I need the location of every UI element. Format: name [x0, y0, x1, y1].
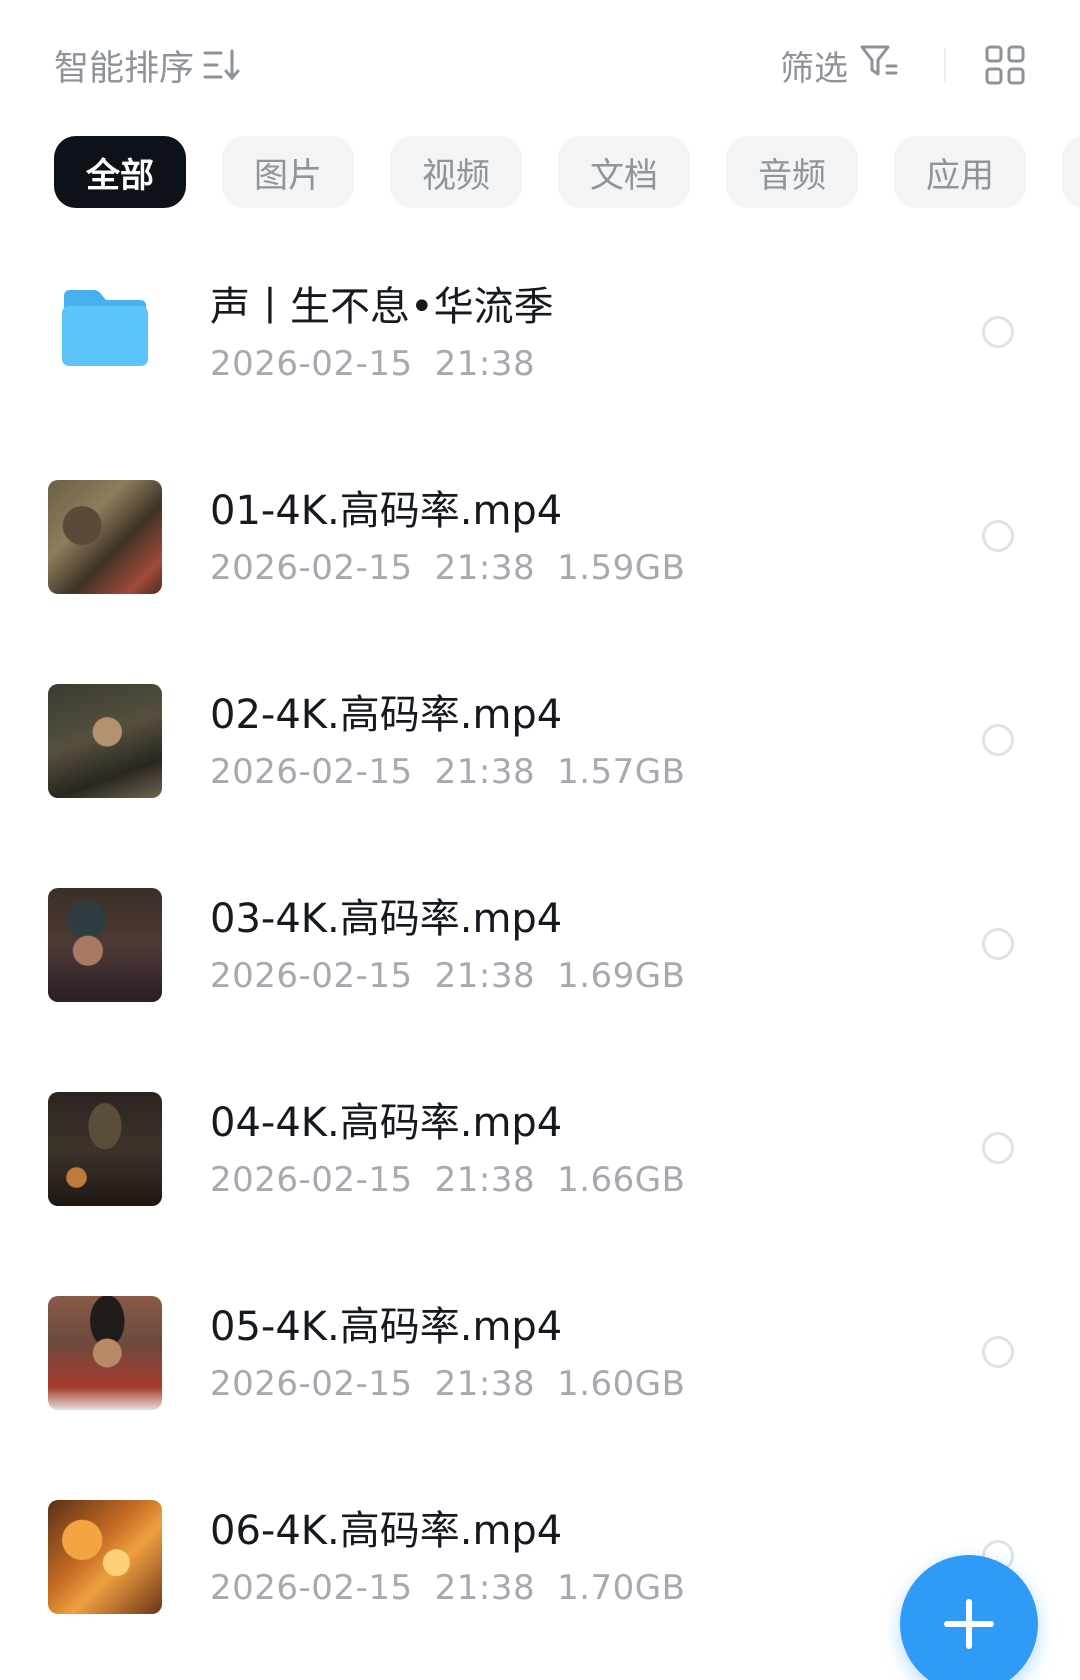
filter-button[interactable]: 筛选	[780, 42, 900, 89]
file-meta: 2026-02-15 21:38 1.69GB	[210, 956, 685, 996]
list-item[interactable]: 04-4K.高码率.mp4 2026-02-15 21:38 1.66GB	[0, 1046, 1080, 1250]
file-size: 1.57GB	[557, 752, 686, 792]
category-tabs: 全部 图片 视频 文档 音频 应用	[54, 136, 1080, 208]
file-name: 02-4K.高码率.mp4	[210, 692, 563, 738]
file-time: 21:38	[434, 956, 536, 996]
file-name: 03-4K.高码率.mp4	[210, 896, 563, 942]
file-time: 21:38	[434, 344, 536, 384]
file-date: 2026-02-15	[210, 548, 413, 588]
tab-apps[interactable]: 应用	[894, 136, 1026, 208]
list-item[interactable]: 02-4K.高码率.mp4 2026-02-15 21:38 1.57GB	[0, 638, 1080, 842]
file-meta: 2026-02-15 21:38 1.70GB	[210, 1568, 685, 1608]
file-time: 21:38	[434, 1568, 536, 1608]
plus-icon	[944, 1599, 994, 1649]
video-thumbnail	[48, 1500, 162, 1614]
sort-label: 智能排序	[54, 48, 195, 89]
file-time: 21:38	[434, 1160, 536, 1200]
video-thumbnail	[48, 480, 162, 594]
file-name: 05-4K.高码率.mp4	[210, 1304, 563, 1350]
add-button[interactable]	[900, 1555, 1038, 1680]
list-item[interactable]: 声丨生不息•华流季 2026-02-15 21:38	[0, 230, 1080, 434]
toolbar-divider	[944, 48, 946, 82]
select-radio[interactable]	[982, 520, 1014, 552]
filter-label: 筛选	[780, 48, 848, 89]
grid-view-button[interactable]	[984, 44, 1026, 86]
file-size: 1.59GB	[557, 548, 686, 588]
file-time: 21:38	[434, 1364, 536, 1404]
file-size: 1.66GB	[557, 1160, 686, 1200]
file-meta: 2026-02-15 21:38 1.60GB	[210, 1364, 685, 1404]
select-radio[interactable]	[982, 1132, 1014, 1164]
list-item[interactable]: 05-4K.高码率.mp4 2026-02-15 21:38 1.60GB	[0, 1250, 1080, 1454]
video-thumbnail	[48, 1092, 162, 1206]
file-date: 2026-02-15	[210, 344, 413, 384]
video-thumbnail	[48, 1296, 162, 1410]
top-toolbar: 智能排序 筛选	[0, 0, 1080, 120]
file-time: 21:38	[434, 752, 536, 792]
file-date: 2026-02-15	[210, 752, 413, 792]
file-browser-screen: 智能排序 筛选 全部 图片 视频 文档 音频 应用 声丨生不息•华流季 2026…	[0, 0, 1080, 1680]
tab-documents[interactable]: 文档	[558, 136, 690, 208]
list-item[interactable]: 03-4K.高码率.mp4 2026-02-15 21:38 1.69GB	[0, 842, 1080, 1046]
file-size: 1.70GB	[557, 1568, 686, 1608]
file-date: 2026-02-15	[210, 1568, 413, 1608]
sort-button[interactable]: 智能排序	[54, 42, 242, 89]
filter-icon	[858, 42, 900, 89]
file-meta: 2026-02-15 21:38 1.57GB	[210, 752, 685, 792]
tab-images[interactable]: 图片	[222, 136, 354, 208]
file-name: 01-4K.高码率.mp4	[210, 488, 563, 534]
file-date: 2026-02-15	[210, 1160, 413, 1200]
select-radio[interactable]	[982, 316, 1014, 348]
file-date: 2026-02-15	[210, 1364, 413, 1404]
grid-view-icon	[985, 45, 1025, 85]
file-time: 21:38	[434, 548, 536, 588]
file-meta: 2026-02-15 21:38	[210, 344, 535, 384]
tab-audio[interactable]: 音频	[726, 136, 858, 208]
select-radio[interactable]	[982, 724, 1014, 756]
tab-more-partial[interactable]	[1062, 136, 1080, 208]
list-item[interactable]: 01-4K.高码率.mp4 2026-02-15 21:38 1.59GB	[0, 434, 1080, 638]
video-thumbnail	[48, 888, 162, 1002]
file-size: 1.60GB	[557, 1364, 686, 1404]
file-meta: 2026-02-15 21:38 1.59GB	[210, 548, 685, 588]
video-thumbnail	[48, 684, 162, 798]
select-radio[interactable]	[982, 928, 1014, 960]
file-name: 04-4K.高码率.mp4	[210, 1100, 563, 1146]
tab-all[interactable]: 全部	[54, 136, 186, 208]
folder-icon	[62, 290, 148, 366]
file-meta: 2026-02-15 21:38 1.66GB	[210, 1160, 685, 1200]
select-radio[interactable]	[982, 1336, 1014, 1368]
tab-videos[interactable]: 视频	[390, 136, 522, 208]
file-date: 2026-02-15	[210, 956, 413, 996]
file-name: 06-4K.高码率.mp4	[210, 1508, 563, 1554]
sort-icon	[202, 47, 242, 83]
file-size: 1.69GB	[557, 956, 686, 996]
file-name: 声丨生不息•华流季	[210, 284, 554, 330]
